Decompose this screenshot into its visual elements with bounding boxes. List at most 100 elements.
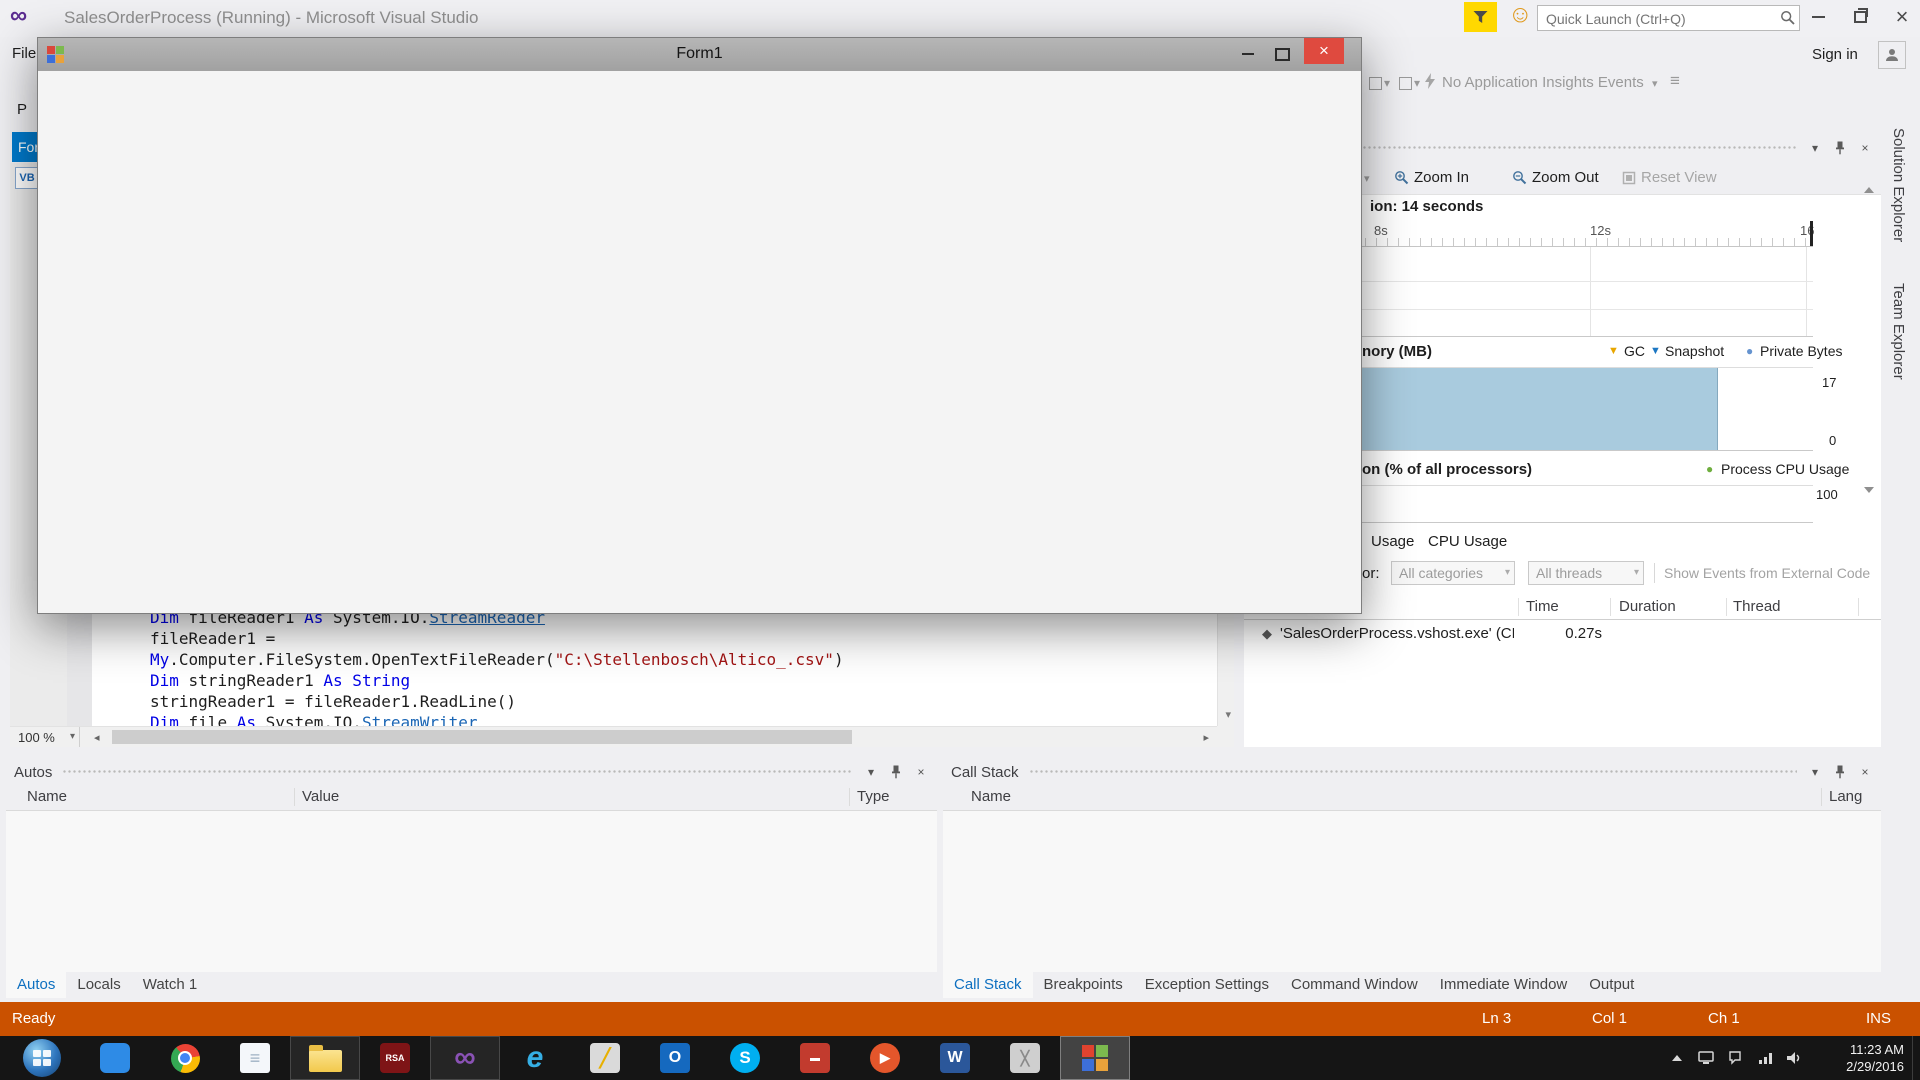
code-lines[interactable]: Dim fileReader1 As System.IO.StreamReade… xyxy=(150,607,844,733)
start-button[interactable] xyxy=(4,1036,80,1080)
column-header-type[interactable]: Type xyxy=(857,788,890,805)
tab-solution-explorer[interactable]: Solution Explorer xyxy=(1890,128,1907,242)
toolbar-stub-icon[interactable]: ▾ xyxy=(1369,76,1390,90)
quick-launch-input[interactable] xyxy=(1544,8,1773,30)
close-icon[interactable]: × xyxy=(1857,140,1873,156)
code-line[interactable]: stringReader1 = fileReader1.ReadLine() xyxy=(150,691,844,712)
close-icon[interactable]: × xyxy=(1857,764,1873,780)
restore-button[interactable] xyxy=(1840,0,1880,34)
autos-panel-header[interactable]: Autos ▾ × xyxy=(6,759,937,785)
toolbar-stub-icon-2[interactable]: ▾ xyxy=(1399,76,1420,90)
feedback-filter-icon[interactable] xyxy=(1464,2,1497,32)
minimize-button[interactable] xyxy=(1798,0,1838,34)
notepad-icon[interactable]: ≡ xyxy=(220,1036,290,1080)
user-avatar-icon[interactable] xyxy=(1878,41,1906,69)
tray-network-icon[interactable] xyxy=(1758,1051,1774,1065)
chevron-down-icon[interactable]: ▾ xyxy=(1652,77,1658,90)
column-header-name[interactable]: Name xyxy=(27,788,67,805)
tab-command-window[interactable]: Command Window xyxy=(1280,972,1429,998)
scrollbar-thumb[interactable] xyxy=(112,730,852,744)
reset-view-button[interactable]: Reset View xyxy=(1622,169,1717,186)
form-minimize-button[interactable] xyxy=(1232,40,1264,68)
toolbox-icon[interactable]: ▬ xyxy=(780,1036,850,1080)
scroll-right-arrow-icon[interactable]: ▸ xyxy=(1203,731,1209,744)
feedback-smiley-icon[interactable]: ☺ xyxy=(1508,1,1533,29)
sign-in-link[interactable]: Sign in xyxy=(1812,46,1858,63)
search-icon[interactable] xyxy=(1780,10,1795,25)
window-position-icon[interactable]: ▾ xyxy=(863,764,879,780)
panel-scroll-down-icon[interactable] xyxy=(1864,487,1874,493)
tray-monitor-icon[interactable] xyxy=(1698,1051,1714,1065)
filter-categories-dropdown[interactable]: All categories ▾ xyxy=(1391,561,1515,585)
show-external-events-option[interactable]: Show Events from External Code xyxy=(1664,565,1870,581)
filter-threads-dropdown[interactable]: All threads ▾ xyxy=(1528,561,1644,585)
tab-locals[interactable]: Locals xyxy=(66,972,131,998)
tray-volume-icon[interactable] xyxy=(1786,1051,1802,1065)
form1-titlebar[interactable]: Form1 × xyxy=(38,38,1361,71)
close-button[interactable]: × xyxy=(1882,0,1920,34)
editor-horizontal-scrollbar[interactable]: 100 % ▾ ◂ ▸ xyxy=(10,726,1217,747)
scroll-down-arrow-icon[interactable]: ▾ xyxy=(1225,708,1231,721)
tab-exception-settings[interactable]: Exception Settings xyxy=(1134,972,1280,998)
tray-action-center-icon[interactable] xyxy=(1728,1051,1742,1065)
tab-output[interactable]: Output xyxy=(1578,972,1645,998)
form1-window[interactable]: Form1 × xyxy=(37,37,1362,614)
column-header-duration[interactable]: Duration xyxy=(1619,598,1676,615)
form1-client-area[interactable] xyxy=(38,71,1361,613)
tab-breakpoints[interactable]: Breakpoints xyxy=(1033,972,1134,998)
chrome-icon[interactable] xyxy=(150,1036,220,1080)
autos-content[interactable] xyxy=(6,810,937,972)
messenger-icon[interactable] xyxy=(80,1036,150,1080)
column-header-name[interactable]: Name xyxy=(971,788,1011,805)
list-icon[interactable]: ≡ xyxy=(1670,71,1680,91)
word-icon[interactable]: W xyxy=(920,1036,990,1080)
app-insights-status[interactable]: No Application Insights Events xyxy=(1442,74,1644,91)
form-maximize-button[interactable] xyxy=(1266,40,1298,68)
visual-studio-icon[interactable]: ∞ xyxy=(430,1036,500,1080)
show-desktop-button[interactable] xyxy=(1912,1036,1920,1080)
zoom-out-button[interactable]: Zoom Out xyxy=(1512,169,1599,186)
tab-immediate-window[interactable]: Immediate Window xyxy=(1429,972,1579,998)
tab-autos[interactable]: Autos xyxy=(6,972,66,998)
outlook-icon[interactable]: O xyxy=(640,1036,710,1080)
tab-call-stack[interactable]: Call Stack xyxy=(943,972,1033,998)
file-explorer-icon[interactable] xyxy=(290,1036,360,1080)
setup-wizard-icon[interactable]: ╱ xyxy=(570,1036,640,1080)
window-position-icon[interactable]: ▾ xyxy=(1807,140,1823,156)
column-header-lang[interactable]: Lang xyxy=(1829,788,1862,805)
summary-tab-cpu-usage[interactable]: CPU Usage xyxy=(1428,533,1507,550)
column-header-value[interactable]: Value xyxy=(302,788,339,805)
zoom-in-button[interactable]: Zoom In xyxy=(1394,169,1469,186)
tab-watch-1[interactable]: Watch 1 xyxy=(132,972,208,998)
form-close-button[interactable]: × xyxy=(1304,38,1344,64)
form1-app-icon[interactable] xyxy=(1060,1036,1130,1080)
call-stack-content[interactable] xyxy=(943,810,1881,972)
column-header-thread[interactable]: Thread xyxy=(1733,598,1781,615)
document-tab-form1[interactable]: For xyxy=(12,132,37,162)
menu-file[interactable]: File xyxy=(12,45,36,62)
tray-expand-icon[interactable] xyxy=(1672,1055,1682,1061)
pin-icon[interactable] xyxy=(1832,764,1848,780)
scroll-left-arrow-icon[interactable]: ◂ xyxy=(94,731,100,744)
config-tool-icon[interactable]: ╳ xyxy=(990,1036,1060,1080)
event-table-row[interactable]: ◆ 'SalesOrderProcess.vshost.exe' (CLR...… xyxy=(1244,623,1881,647)
internet-explorer-icon[interactable]: e xyxy=(500,1036,570,1080)
window-position-icon[interactable]: ▾ xyxy=(1807,764,1823,780)
code-line[interactable]: fileReader1 = xyxy=(150,628,844,649)
tab-team-explorer[interactable]: Team Explorer xyxy=(1890,283,1907,380)
media-player-icon[interactable]: ▶ xyxy=(850,1036,920,1080)
column-header-time[interactable]: Time xyxy=(1526,598,1559,615)
pin-icon[interactable] xyxy=(888,764,904,780)
quick-launch-box[interactable] xyxy=(1537,5,1800,31)
timeline-cursor[interactable] xyxy=(1810,221,1813,246)
taskbar-clock[interactable]: 11:23 AM 2/29/2016 xyxy=(1846,1041,1904,1075)
summary-tab-memory-usage[interactable]: Usage xyxy=(1371,533,1414,550)
call-stack-panel-header[interactable]: Call Stack ▾ × xyxy=(943,759,1881,785)
skype-icon[interactable]: S xyxy=(710,1036,780,1080)
pin-icon[interactable] xyxy=(1832,140,1848,156)
rsa-icon[interactable]: RSA xyxy=(360,1036,430,1080)
code-line[interactable]: Dim stringReader1 As String xyxy=(150,670,844,691)
editor-zoom-select[interactable]: 100 % ▾ xyxy=(10,727,80,747)
panel-scroll-up-icon[interactable] xyxy=(1864,187,1874,193)
code-line[interactable]: My.Computer.FileSystem.OpenTextFileReade… xyxy=(150,649,844,670)
